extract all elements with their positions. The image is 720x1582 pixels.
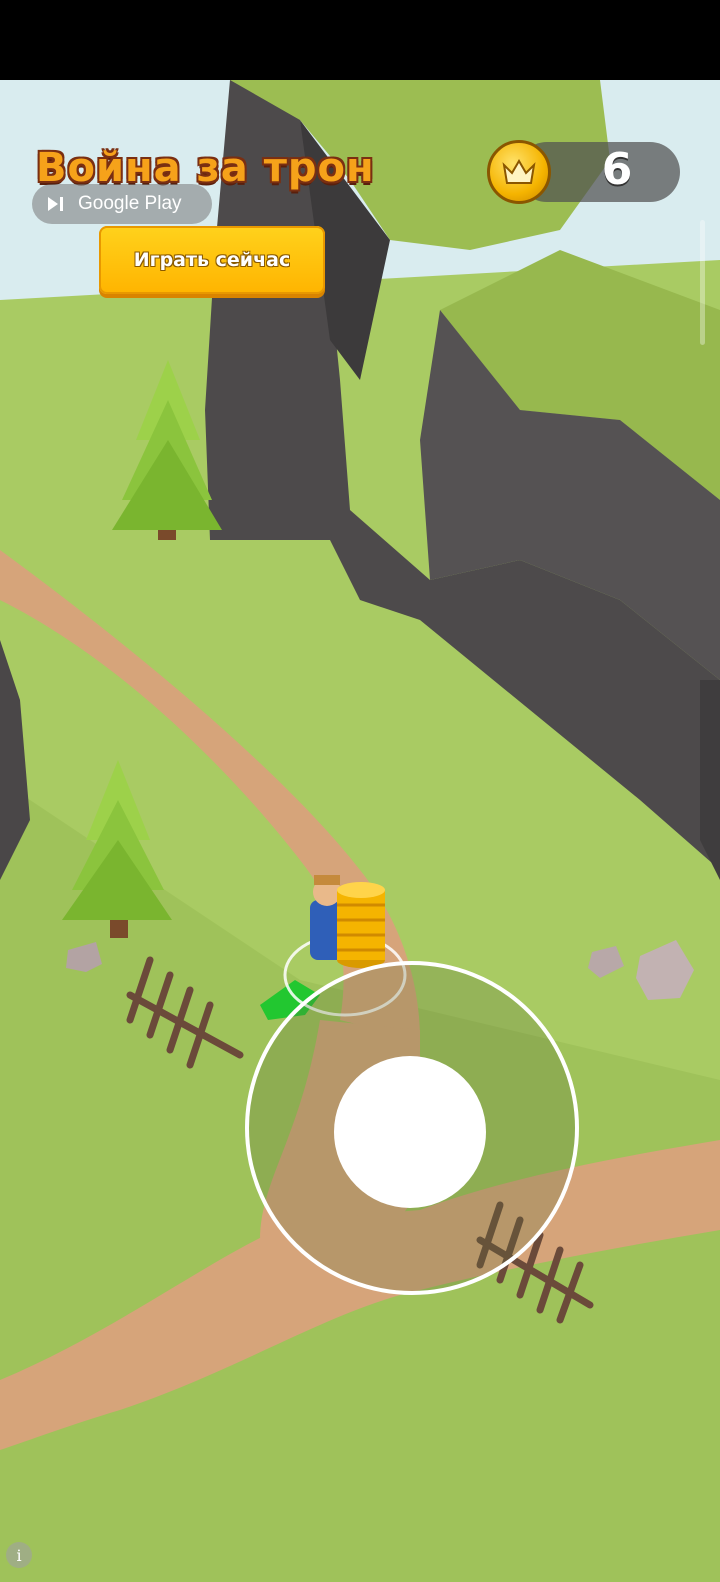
play-now-button[interactable]: Играть сейчас xyxy=(99,226,325,294)
crown-icon xyxy=(487,140,551,204)
game-scene[interactable] xyxy=(0,80,720,1582)
status-bar xyxy=(0,0,720,80)
crown-count: 6 xyxy=(601,144,633,195)
virtual-joystick[interactable] xyxy=(245,961,579,1295)
crown-counter: 6 xyxy=(487,140,680,204)
coin-stack xyxy=(337,882,385,968)
info-icon[interactable]: i xyxy=(6,1542,32,1568)
play-store-icon xyxy=(44,193,66,215)
scrollbar xyxy=(700,220,705,345)
game-world xyxy=(0,80,720,1582)
store-label: Google Play xyxy=(78,193,182,214)
joystick-thumb[interactable] xyxy=(334,1056,486,1208)
google-play-badge[interactable]: Google Play xyxy=(32,184,212,224)
